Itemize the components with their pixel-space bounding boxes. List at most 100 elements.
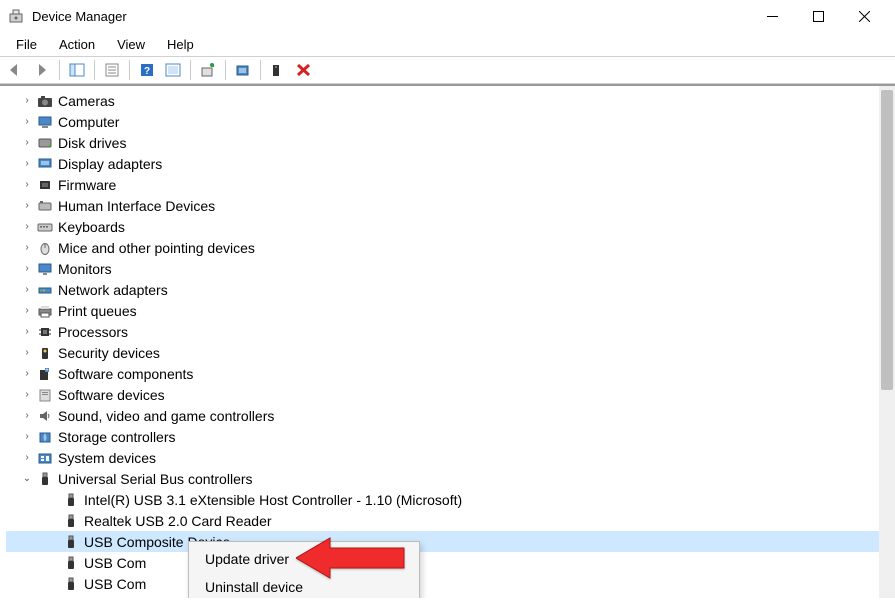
tree-label: Software components	[58, 366, 193, 382]
tree-category[interactable]: › Firmware	[6, 174, 895, 195]
tree-label: Human Interface Devices	[58, 198, 215, 214]
network-icon	[36, 282, 54, 298]
expander-blank	[46, 577, 60, 591]
printer-icon	[36, 303, 54, 319]
tree-category[interactable]: › Monitors	[6, 258, 895, 279]
chevron-right-icon[interactable]: ›	[20, 262, 34, 276]
tree-category[interactable]: › Sound, video and game controllers	[6, 405, 895, 426]
tree-category[interactable]: › Network adapters	[6, 279, 895, 300]
menu-file[interactable]: File	[6, 34, 47, 55]
vertical-scrollbar[interactable]	[879, 86, 895, 598]
maximize-button[interactable]	[795, 0, 841, 32]
menu-action[interactable]: Action	[49, 34, 105, 55]
tree-label: Mice and other pointing devices	[58, 240, 255, 256]
mouse-icon	[36, 240, 54, 256]
title-bar: Device Manager	[0, 0, 895, 32]
context-uninstall-device[interactable]: Uninstall device	[191, 573, 417, 598]
scan-button[interactable]	[161, 59, 185, 81]
tree-category[interactable]: › Mice and other pointing devices	[6, 237, 895, 258]
chevron-right-icon[interactable]: ›	[20, 346, 34, 360]
chevron-right-icon[interactable]: ›	[20, 178, 34, 192]
tree-category[interactable]: › Security devices	[6, 342, 895, 363]
chevron-right-icon[interactable]: ›	[20, 199, 34, 213]
tree-category[interactable]: › Display adapters	[6, 153, 895, 174]
tree-label: Keyboards	[58, 219, 125, 235]
chevron-right-icon[interactable]: ›	[20, 451, 34, 465]
tree-device[interactable]: USB Com	[6, 573, 895, 594]
menu-help[interactable]: Help	[157, 34, 204, 55]
back-button[interactable]	[4, 59, 28, 81]
context-update-driver[interactable]: Update driver	[191, 545, 417, 573]
help-button[interactable]: ?	[135, 59, 159, 81]
content-area: › Cameras › Computer › Disk drives › Dis…	[0, 84, 895, 598]
tree-category[interactable]: › System devices	[6, 447, 895, 468]
chevron-right-icon[interactable]: ›	[20, 388, 34, 402]
chevron-right-icon[interactable]: ›	[20, 115, 34, 129]
security-icon	[36, 345, 54, 361]
tree-label: System devices	[58, 450, 156, 466]
tree-category[interactable]: › Disk drives	[6, 132, 895, 153]
tree-category[interactable]: › Print queues	[6, 300, 895, 321]
chevron-right-icon[interactable]: ›	[20, 241, 34, 255]
tree-category[interactable]: › Processors	[6, 321, 895, 342]
expander-blank	[46, 493, 60, 507]
tree-category[interactable]: › Computer	[6, 111, 895, 132]
usb-device-icon	[62, 576, 80, 592]
context-menu: Update driver Uninstall device	[188, 541, 420, 598]
chevron-right-icon[interactable]: ›	[20, 304, 34, 318]
toolbar-separator	[260, 60, 261, 80]
update-driver-button[interactable]	[196, 59, 220, 81]
toolbar-separator	[94, 60, 95, 80]
scan-hardware-button[interactable]	[231, 59, 255, 81]
minimize-button[interactable]	[749, 0, 795, 32]
processor-icon	[36, 324, 54, 340]
toolbar-separator	[190, 60, 191, 80]
system-icon	[36, 450, 54, 466]
computer-icon	[36, 114, 54, 130]
hid-icon	[36, 198, 54, 214]
menu-view[interactable]: View	[107, 34, 155, 55]
display-icon	[36, 156, 54, 172]
tree-label: Universal Serial Bus controllers	[58, 471, 253, 487]
tree-category[interactable]: › Software devices	[6, 384, 895, 405]
expander-blank	[46, 556, 60, 570]
tree-category-usb[interactable]: ⌄ Universal Serial Bus controllers	[6, 468, 895, 489]
tree-label: Security devices	[58, 345, 160, 361]
usb-device-icon	[62, 534, 80, 550]
tree-label: Cameras	[58, 93, 115, 109]
tree-device[interactable]: Intel(R) USB 3.1 eXtensible Host Control…	[6, 489, 895, 510]
tree-category[interactable]: › Keyboards	[6, 216, 895, 237]
tree-device[interactable]: Realtek USB 2.0 Card Reader	[6, 510, 895, 531]
tree-category[interactable]: › Cameras	[6, 90, 895, 111]
remove-button[interactable]	[292, 59, 316, 81]
chevron-right-icon[interactable]: ›	[20, 367, 34, 381]
chevron-right-icon[interactable]: ›	[20, 136, 34, 150]
toolbar-separator	[129, 60, 130, 80]
close-button[interactable]	[841, 0, 887, 32]
tree-device[interactable]: USB Composite Device	[6, 531, 895, 552]
storage-icon	[36, 429, 54, 445]
toolbar-separator	[59, 60, 60, 80]
tree-label: Disk drives	[58, 135, 126, 151]
usb-icon	[36, 471, 54, 487]
scrollbar-thumb[interactable]	[881, 90, 893, 390]
tree-category[interactable]: › Human Interface Devices	[6, 195, 895, 216]
tree-category[interactable]: › Storage controllers	[6, 426, 895, 447]
tree-label: Monitors	[58, 261, 112, 277]
chevron-right-icon[interactable]: ›	[20, 409, 34, 423]
chevron-right-icon[interactable]: ›	[20, 325, 34, 339]
tree-label: Network adapters	[58, 282, 168, 298]
chevron-right-icon[interactable]: ›	[20, 430, 34, 444]
tree-category[interactable]: › + Software components	[6, 363, 895, 384]
chevron-right-icon[interactable]: ›	[20, 220, 34, 234]
chevron-down-icon[interactable]: ⌄	[20, 472, 34, 486]
uninstall-button[interactable]	[266, 59, 290, 81]
show-hide-tree-button[interactable]	[65, 59, 89, 81]
chevron-right-icon[interactable]: ›	[20, 283, 34, 297]
properties-button[interactable]	[100, 59, 124, 81]
chevron-right-icon[interactable]: ›	[20, 157, 34, 171]
tree-device[interactable]: USB Com	[6, 552, 895, 573]
window-controls	[749, 0, 887, 32]
chevron-right-icon[interactable]: ›	[20, 94, 34, 108]
forward-button[interactable]	[30, 59, 54, 81]
